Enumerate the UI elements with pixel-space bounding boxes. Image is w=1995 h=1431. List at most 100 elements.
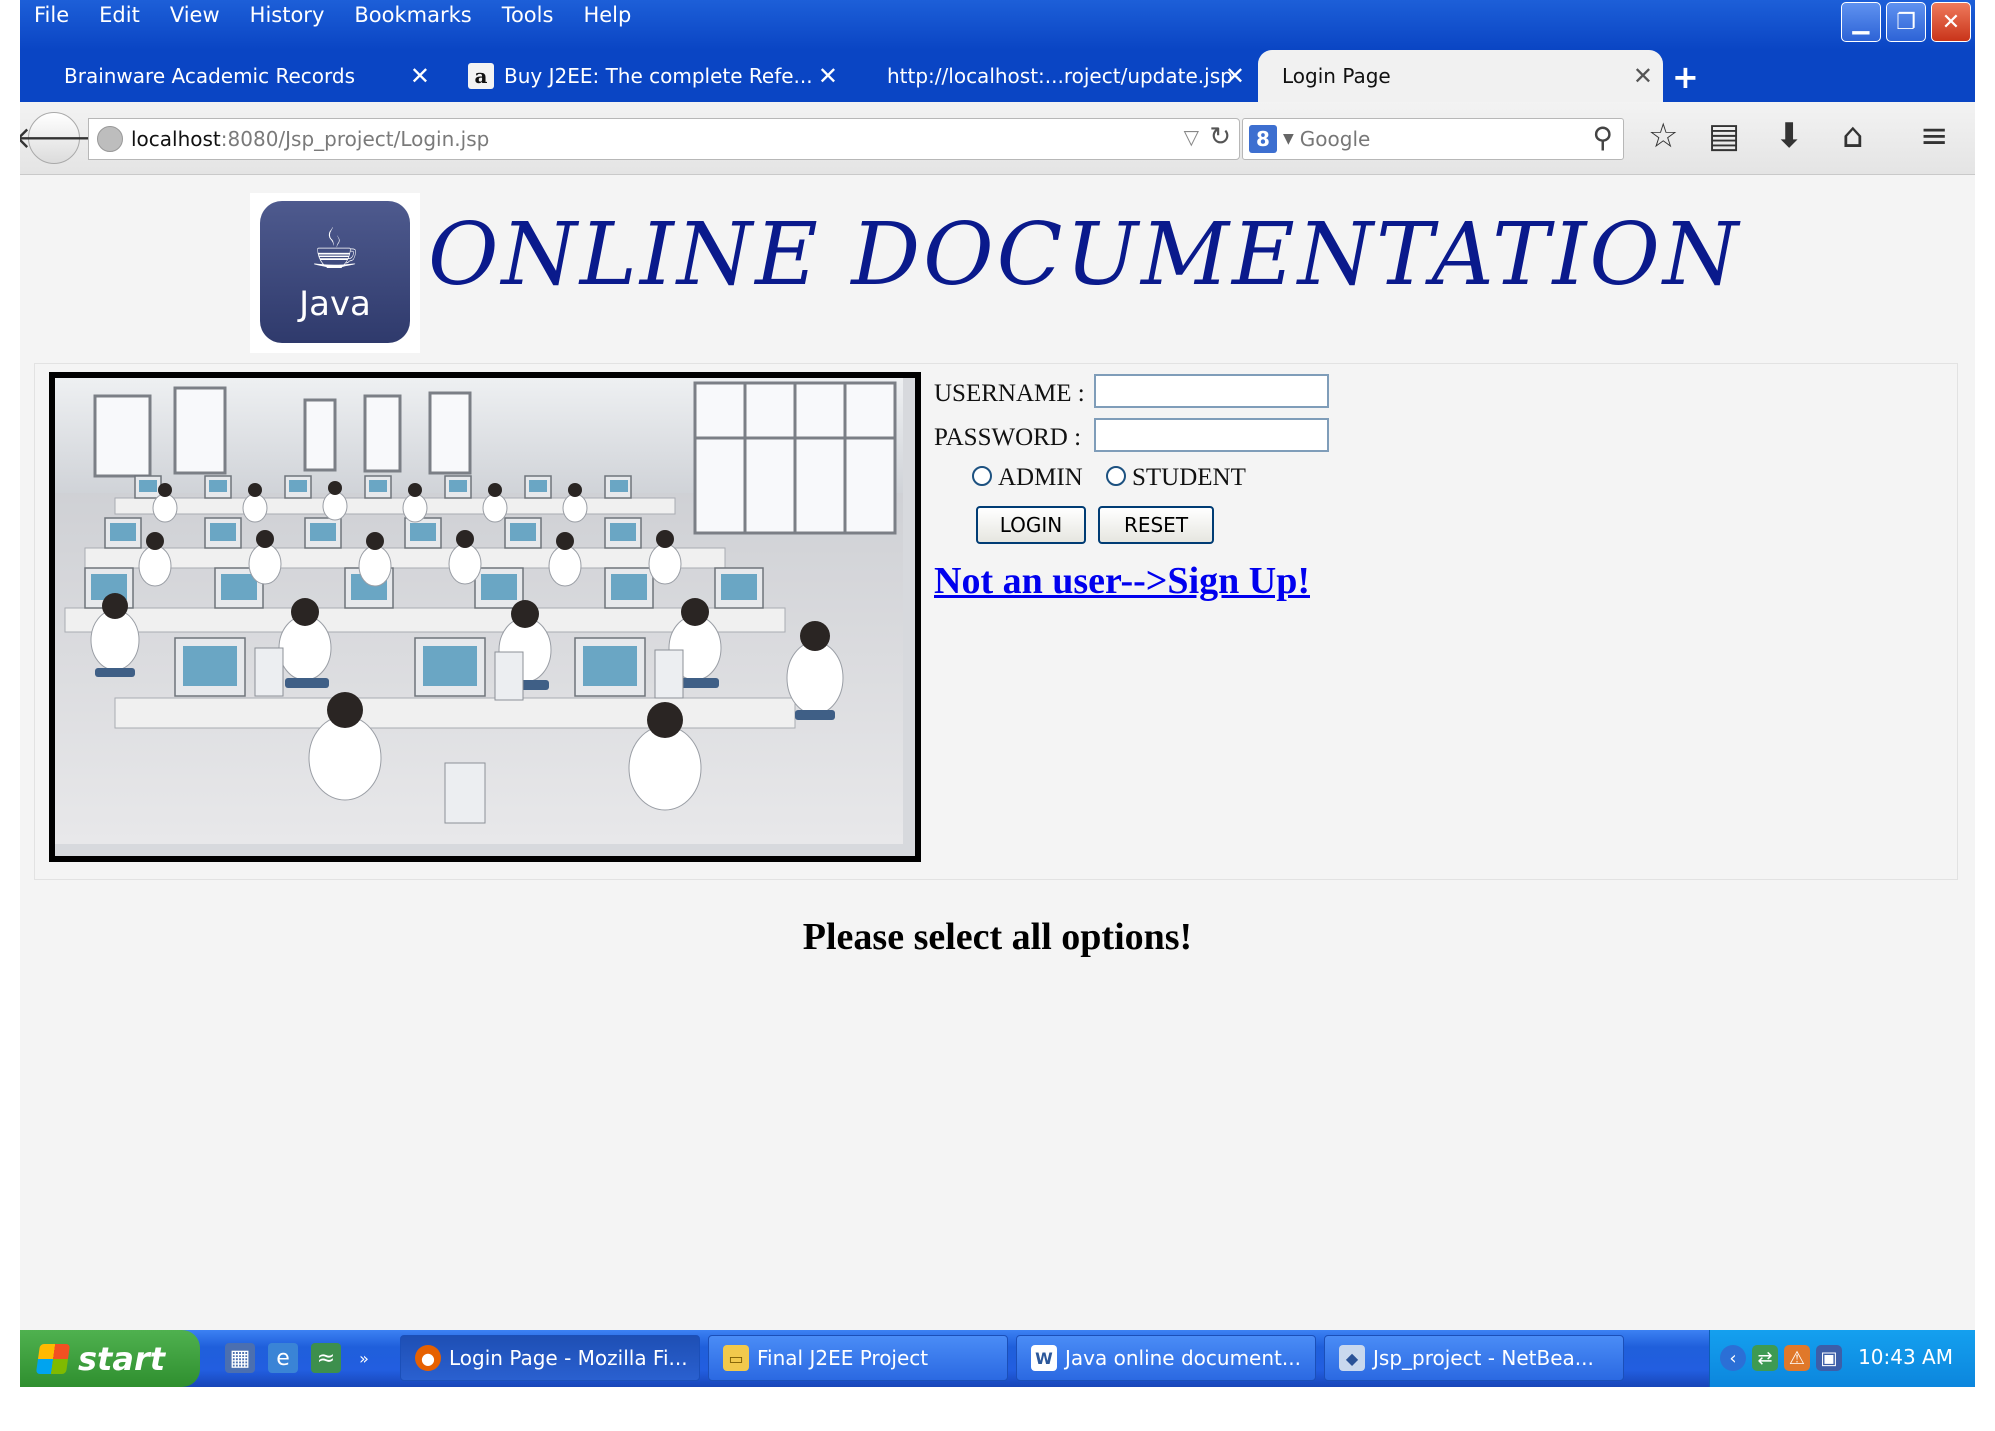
taskbar-button-label: Jsp_project - NetBea... <box>1373 1346 1594 1370</box>
username-input[interactable] <box>1094 374 1329 408</box>
home-icon[interactable]: ⌂ <box>1842 116 1864 156</box>
close-icon: ✕ <box>1941 9 1961 35</box>
hamburger-menu-icon[interactable]: ≡ <box>1920 116 1949 156</box>
reset-button[interactable]: RESET <box>1098 506 1214 544</box>
taskbar-clock: 10:43 AM <box>1858 1345 1953 1369</box>
taskbar-button-netbeans[interactable]: ◆ Jsp_project - NetBea... <box>1324 1335 1624 1381</box>
form-buttons: LOGIN RESET <box>934 506 1354 556</box>
password-row: PASSWORD : <box>934 418 1354 462</box>
url-host: localhost <box>131 127 221 151</box>
login-form: USERNAME : PASSWORD : ADMIN STUDENT LOGI… <box>934 374 1354 602</box>
tab-close-icon[interactable]: ✕ <box>818 62 838 90</box>
login-panel: USERNAME : PASSWORD : ADMIN STUDENT LOGI… <box>34 363 1958 880</box>
classroom-illustration <box>55 378 903 844</box>
tab-label: Buy J2EE: The complete Refe... <box>504 64 813 88</box>
page-title: ONLINE DOCUMENTATION <box>428 205 1742 305</box>
start-label: start <box>78 1339 166 1378</box>
minimize-button[interactable]: ▁ <box>1841 2 1881 42</box>
netbeans-icon: ◆ <box>1339 1345 1365 1371</box>
window-controls: ▁ ❐ ✕ <box>1841 2 1971 42</box>
browser-window: File Edit View History Bookmarks Tools H… <box>20 0 1975 1387</box>
password-label: PASSWORD : <box>934 424 1082 451</box>
tab-close-icon[interactable]: ✕ <box>1633 62 1653 90</box>
globe-icon <box>97 126 123 152</box>
menu-file[interactable]: File <box>34 0 69 27</box>
login-button[interactable]: LOGIN <box>976 506 1086 544</box>
java-logo-text: Java <box>299 284 371 324</box>
sign-up-link[interactable]: Not an user-->Sign Up! <box>934 559 1310 603</box>
taskbar: start ▦ e ≈ » ● Login Page - Mozilla Fi.… <box>20 1330 1975 1387</box>
back-button[interactable]: 🡐 <box>20 112 94 164</box>
reading-list-icon[interactable]: ▤ <box>1708 116 1740 156</box>
admin-radio[interactable] <box>972 466 992 486</box>
search-icon[interactable]: ⚲ <box>1592 121 1613 154</box>
address-bar[interactable]: localhost:8080/Jsp_project/Login.jsp ▽ ↻ <box>88 118 1240 160</box>
download-icon[interactable]: ⬇ <box>1775 116 1804 156</box>
role-selector: ADMIN STUDENT <box>934 462 1354 506</box>
maximize-button[interactable]: ❐ <box>1886 2 1926 42</box>
windows-flag-icon <box>35 1343 71 1374</box>
tab-label: Login Page <box>1282 64 1391 88</box>
classroom-photo <box>49 372 921 862</box>
tab-label: http://localhost:...roject/update.jsp <box>887 64 1233 88</box>
menu-view[interactable]: View <box>170 0 220 27</box>
username-label: USERNAME : <box>934 380 1085 407</box>
network-icon[interactable]: ⇄ <box>1752 1345 1778 1371</box>
menu-help[interactable]: Help <box>583 0 631 27</box>
menu-history[interactable]: History <box>250 0 325 27</box>
tab-brainware[interactable]: Brainware Academic Records ✕ <box>20 50 440 102</box>
tab-label: Brainware Academic Records <box>64 64 355 88</box>
search-engine-dropdown-icon[interactable]: ▼ <box>1283 131 1294 147</box>
tab-update-jsp[interactable]: http://localhost:...roject/update.jsp ✕ <box>865 50 1255 102</box>
system-tray: ‹ ⇄ ⚠ ▣ 10:43 AM <box>1709 1330 1975 1387</box>
taskbar-button-label: Login Page - Mozilla Fi... <box>449 1346 688 1370</box>
start-button[interactable]: start <box>20 1330 200 1387</box>
student-radio-label: STUDENT <box>1132 464 1246 491</box>
bookmark-star-icon[interactable]: ☆ <box>1648 116 1678 156</box>
arrow-left-icon: 🡐 <box>20 121 95 156</box>
menu-tools[interactable]: Tools <box>502 0 554 27</box>
close-window-button[interactable]: ✕ <box>1931 2 1971 42</box>
media-player-icon[interactable]: ≈ <box>311 1343 341 1373</box>
admin-radio-label: ADMIN <box>998 464 1083 491</box>
folder-icon: ▭ <box>723 1345 749 1371</box>
search-box[interactable]: 8 ▼ Google ⚲ <box>1242 118 1624 160</box>
menu-bar: File Edit View History Bookmarks Tools H… <box>20 0 1975 50</box>
tab-amazon[interactable]: a Buy J2EE: The complete Refe... ✕ <box>458 50 848 102</box>
taskbar-button-word[interactable]: W Java online document... <box>1016 1335 1316 1381</box>
url-path: :8080/Jsp_project/Login.jsp <box>220 127 490 151</box>
taskbar-button-firefox[interactable]: ● Login Page - Mozilla Fi... <box>400 1335 700 1381</box>
google-icon[interactable]: 8 <box>1249 125 1277 153</box>
display-icon[interactable]: ▣ <box>1816 1345 1842 1371</box>
more-quicklaunch-icon[interactable]: » <box>354 1343 374 1373</box>
word-icon: W <box>1031 1345 1057 1371</box>
tab-login-page[interactable]: Login Page ✕ <box>1258 50 1663 102</box>
taskbar-button-label: Java online document... <box>1065 1346 1301 1370</box>
java-logo-frame: ☕ Java <box>250 193 420 353</box>
new-tab-icon[interactable]: + <box>1672 58 1699 96</box>
menu-edit[interactable]: Edit <box>99 0 140 27</box>
tray-expand-icon[interactable]: ‹ <box>1720 1345 1746 1371</box>
amazon-icon: a <box>468 63 494 89</box>
password-input[interactable] <box>1094 418 1329 452</box>
tab-close-icon[interactable]: ✕ <box>1225 62 1245 90</box>
url-dropdown-icon[interactable]: ▽ <box>1184 125 1199 149</box>
status-message: Please select all options! <box>802 916 1193 958</box>
student-radio[interactable] <box>1106 466 1126 486</box>
minimize-icon: ▁ <box>1852 9 1870 35</box>
navigation-bar: 🡐 localhost:8080/Jsp_project/Login.jsp ▽… <box>20 102 1975 175</box>
internet-explorer-icon[interactable]: e <box>268 1343 298 1373</box>
taskbar-button-label: Final J2EE Project <box>757 1346 929 1370</box>
tab-close-icon[interactable]: ✕ <box>410 62 430 90</box>
security-icon[interactable]: ⚠ <box>1784 1345 1810 1371</box>
show-desktop-icon[interactable]: ▦ <box>225 1343 255 1373</box>
reload-icon[interactable]: ↻ <box>1209 122 1231 152</box>
username-row: USERNAME : <box>934 374 1354 418</box>
firefox-icon: ● <box>415 1345 441 1371</box>
coffee-cup-icon: ☕ <box>309 217 361 282</box>
search-placeholder: Google <box>1299 127 1371 151</box>
java-logo: ☕ Java <box>260 201 410 343</box>
taskbar-button-folder[interactable]: ▭ Final J2EE Project <box>708 1335 1008 1381</box>
menu-bookmarks[interactable]: Bookmarks <box>354 0 471 27</box>
tab-strip: Brainware Academic Records ✕ a Buy J2EE:… <box>20 50 1975 102</box>
